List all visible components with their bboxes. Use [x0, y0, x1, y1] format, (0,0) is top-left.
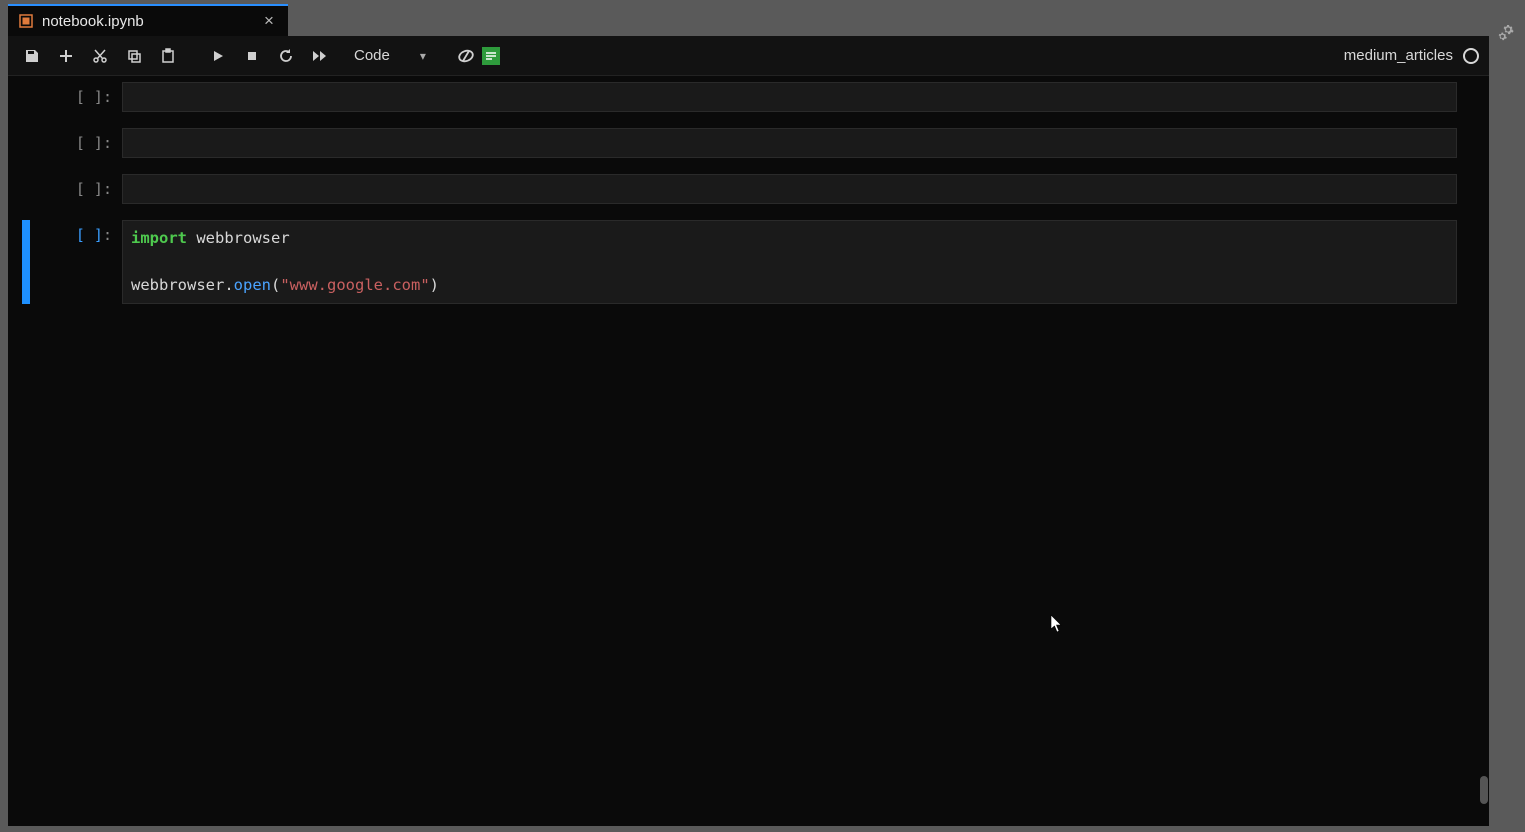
notebook-icon — [18, 13, 34, 29]
run-button[interactable] — [204, 42, 232, 70]
save-button[interactable] — [18, 42, 46, 70]
cell-prompt: [ ]: — [30, 128, 122, 158]
cell-type-dropdown[interactable]: Code ▾ — [346, 47, 434, 64]
stop-button[interactable] — [238, 42, 266, 70]
cell-active-marker — [22, 82, 30, 112]
tab-title: notebook.ipynb — [42, 13, 252, 30]
scrollbar-thumb[interactable] — [1480, 776, 1488, 804]
toolbar: Code ▾ medium_articles — [8, 36, 1489, 76]
code-cell[interactable]: [ ]: — [22, 82, 1475, 112]
close-icon[interactable]: × — [260, 12, 278, 30]
notebook-cells[interactable]: [ ]:[ ]:[ ]:[ ]:import webbrowser webbro… — [8, 76, 1489, 826]
notebook-panel: notebook.ipynb × — [8, 4, 1489, 826]
cell-prompt: [ ]: — [30, 220, 122, 304]
scrollbar[interactable] — [1478, 80, 1488, 818]
cell-code-editor[interactable] — [122, 82, 1457, 112]
code-cell[interactable]: [ ]:import webbrowser webbrowser.open("w… — [22, 220, 1475, 304]
cell-code-editor[interactable]: import webbrowser webbrowser.open("www.g… — [122, 220, 1457, 304]
tab-bar: notebook.ipynb × — [8, 4, 1489, 36]
cell-active-marker — [22, 220, 30, 304]
kernel-name[interactable]: medium_articles — [1344, 47, 1453, 64]
add-cell-button[interactable] — [52, 42, 80, 70]
chevron-down-icon: ▾ — [420, 49, 426, 63]
kernel-status-icon[interactable] — [1463, 48, 1479, 64]
cell-code-editor[interactable] — [122, 128, 1457, 158]
cell-code-editor[interactable] — [122, 174, 1457, 204]
cell-prompt: [ ]: — [30, 82, 122, 112]
paste-button[interactable] — [154, 42, 182, 70]
cell-active-marker — [22, 128, 30, 158]
cell-type-label: Code — [354, 47, 390, 64]
cell-prompt: [ ]: — [30, 174, 122, 204]
toolbar-right: medium_articles — [1344, 47, 1479, 64]
code-cell[interactable]: [ ]: — [22, 174, 1475, 204]
settings-gears-icon[interactable] — [1497, 24, 1519, 51]
cut-button[interactable] — [86, 42, 114, 70]
variable-inspector-button[interactable] — [456, 46, 476, 66]
tab-notebook[interactable]: notebook.ipynb × — [8, 4, 288, 36]
code-cell[interactable]: [ ]: — [22, 128, 1475, 158]
restart-kernel-button[interactable] — [272, 42, 300, 70]
cell-active-marker — [22, 174, 30, 204]
run-all-button[interactable] — [306, 42, 334, 70]
code-assist-button[interactable] — [482, 47, 500, 65]
copy-button[interactable] — [120, 42, 148, 70]
